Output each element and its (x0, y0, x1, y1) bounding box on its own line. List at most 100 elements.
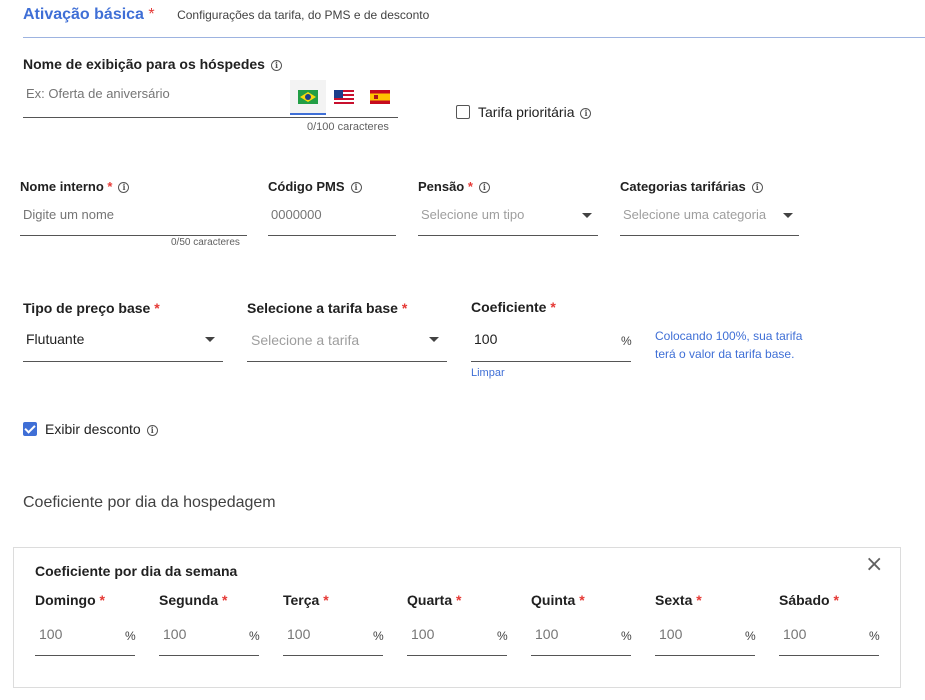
required-mark: * (579, 592, 585, 608)
show-discount-checkbox[interactable] (23, 422, 37, 436)
weekday-label: Domingo (35, 592, 96, 608)
coefficient-field[interactable]: % (471, 322, 632, 362)
weekday-column: Terça *% (283, 592, 384, 656)
info-icon[interactable]: i (580, 107, 592, 119)
weekday-label: Sexta (655, 592, 693, 608)
required-mark: * (154, 300, 160, 316)
info-icon[interactable]: i (270, 59, 282, 71)
weekday-column: Sexta *% (655, 592, 756, 656)
base-rate-select[interactable]: Selecione a tarifa (247, 322, 447, 362)
weekday-column: Quinta *% (531, 592, 632, 656)
info-icon[interactable]: i (146, 424, 158, 436)
weekday-coefficient-input[interactable] (659, 626, 729, 642)
weekday-label: Sábado (779, 592, 830, 608)
usa-flag-icon[interactable] (334, 90, 354, 104)
coefficient-hint-line1: Colocando 100%, sua tarifa (655, 329, 803, 343)
pms-code-field[interactable] (268, 200, 396, 236)
weekday-label-row: Terça * (283, 592, 383, 608)
weekday-label: Quarta (407, 592, 453, 608)
board-placeholder: Selecione um tipo (421, 207, 525, 222)
close-icon[interactable]: × (865, 554, 883, 576)
weekday-coefficient-field[interactable]: % (283, 612, 384, 656)
weekday-label-row: Quarta * (407, 592, 507, 608)
weekday-coefficient-input[interactable] (163, 626, 233, 642)
weekday-coefficient-field[interactable]: % (655, 612, 756, 656)
priority-rate-label: Tarifa prioritária (478, 104, 575, 120)
language-tab-pt[interactable] (290, 80, 326, 115)
section-title: Ativação básica (23, 6, 144, 23)
percent-unit: % (745, 629, 756, 643)
required-mark: * (401, 300, 408, 316)
percent-unit: % (621, 629, 632, 643)
priority-rate-checkbox[interactable] (456, 105, 470, 119)
weekday-coefficient-field[interactable]: % (531, 612, 632, 656)
weekday-coefficient-input[interactable] (39, 626, 109, 642)
weekday-coefficient-title: Coeficiente por dia da semana (35, 563, 238, 579)
board-select[interactable]: Selecione um tipo (418, 200, 598, 236)
section-subtitle: Configurações da tarifa, do PMS e de des… (177, 8, 430, 22)
weekday-label-row: Quinta * (531, 592, 631, 608)
base-price-type-value: Flutuante (26, 331, 85, 347)
weekday-column: Segunda *% (159, 592, 260, 656)
weekday-coefficient-input[interactable] (535, 626, 605, 642)
chevron-down-icon (205, 337, 215, 342)
display-name-label: Nome de exibição para os hóspedes (23, 56, 265, 72)
required-mark: * (222, 592, 228, 608)
pms-code-label-row: Código PMS i (268, 179, 362, 194)
weekday-coefficient-field[interactable]: % (35, 612, 136, 656)
required-mark: * (107, 179, 113, 194)
brazil-flag-icon (298, 90, 318, 104)
weekday-label: Terça (283, 592, 320, 608)
internal-name-field[interactable] (20, 200, 247, 236)
coefficient-hint: Colocando 100%, sua tarifa terá o valor … (655, 327, 802, 363)
weekday-label: Segunda (159, 592, 219, 608)
weekday-label-row: Segunda * (159, 592, 259, 608)
display-name-label-row: Nome de exibição para os hóspedes i (23, 56, 282, 72)
show-discount-label: Exibir desconto (45, 421, 141, 437)
priority-rate-row: Tarifa prioritária i (478, 104, 592, 120)
weekday-coefficient-field[interactable]: % (159, 612, 260, 656)
internal-name-label: Nome interno (20, 179, 104, 194)
chevron-down-icon (582, 213, 592, 218)
internal-name-input[interactable] (23, 207, 238, 222)
base-price-type-select[interactable]: Flutuante (23, 322, 223, 362)
clear-link[interactable]: Limpar (471, 367, 505, 379)
spain-flag-icon[interactable] (370, 90, 390, 104)
info-icon[interactable]: i (118, 182, 130, 194)
weekday-coefficient-input[interactable] (411, 626, 481, 642)
coefficient-label: Coeficiente (471, 299, 547, 315)
board-label: Pensão (418, 179, 465, 194)
info-icon[interactable]: i (478, 182, 490, 194)
percent-unit: % (869, 629, 880, 643)
coefficient-label-row: Coeficiente * (471, 299, 556, 315)
weekday-coefficient-field[interactable]: % (407, 612, 508, 656)
required-mark: * (696, 592, 702, 608)
internal-name-counter: 0/50 caracteres (171, 237, 240, 248)
rate-categories-label: Categorias tarifárias (620, 179, 746, 194)
required-mark: * (467, 179, 473, 194)
weekday-coefficient-card: Coeficiente por dia da semana × Domingo … (13, 547, 901, 688)
weekday-coefficient-input[interactable] (783, 626, 853, 642)
internal-name-label-row: Nome interno * i (20, 179, 130, 194)
rate-categories-label-row: Categorias tarifárias i (620, 179, 763, 194)
pms-code-input[interactable] (271, 207, 389, 222)
weekday-coefficient-input[interactable] (287, 626, 357, 642)
percent-unit: % (249, 629, 260, 643)
weekday-column: Quarta *% (407, 592, 508, 656)
info-icon[interactable]: i (751, 182, 763, 194)
coefficient-input[interactable] (474, 331, 594, 347)
display-name-input[interactable] (26, 86, 281, 101)
weekday-coefficient-field[interactable]: % (779, 612, 880, 656)
info-icon[interactable]: i (350, 182, 362, 194)
base-rate-placeholder: Selecione a tarifa (251, 332, 360, 348)
stay-day-coefficient-title: Coeficiente por dia da hospedagem (23, 494, 276, 511)
weekday-label-row: Sexta * (655, 592, 755, 608)
required-mark: * (148, 6, 155, 23)
weekday-label: Quinta (531, 592, 576, 608)
base-price-type-label-row: Tipo de preço base * (23, 300, 160, 316)
rate-categories-select[interactable]: Selecione uma categoria (620, 200, 799, 236)
required-mark: * (456, 592, 462, 608)
rate-categories-placeholder: Selecione uma categoria (623, 207, 767, 222)
required-mark: * (550, 299, 556, 315)
chevron-down-icon (429, 337, 439, 342)
